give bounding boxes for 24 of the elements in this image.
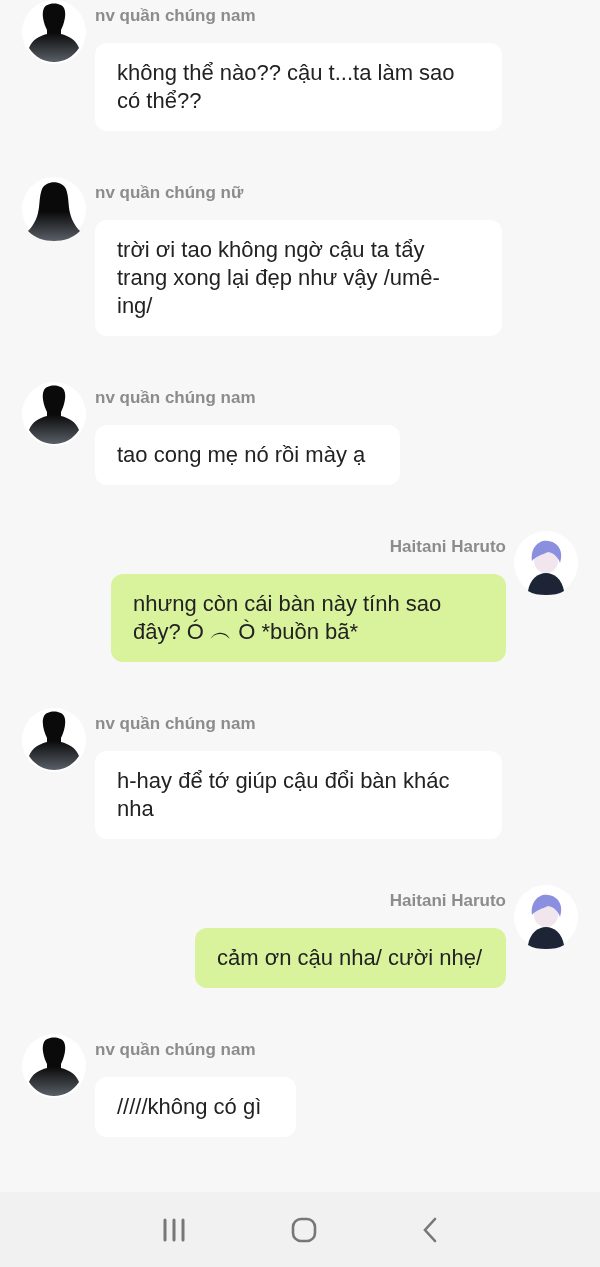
message-bubble: cảm ơn cậu nha/ cười nhẹ/ (195, 928, 506, 988)
recent-apps-icon[interactable] (162, 1217, 187, 1242)
avatar-icon (22, 1034, 86, 1098)
avatar-icon (22, 0, 86, 64)
back-icon[interactable] (421, 1216, 438, 1243)
message-bubble: nhưng còn cái bàn này tính sao đây? Ó ︵ Ò *buồn bã* (111, 574, 506, 662)
avatar-icon (22, 382, 86, 446)
message-bubble: trời ơi tao không ngờ cậu ta tẩy trang xong lại đẹp như vậy /umê-ing/ (95, 220, 502, 336)
sender-name: nv quần chúng nữ (95, 182, 244, 204)
avatar-icon (514, 885, 578, 949)
message-bubble: không thể nào?? cậu t...ta làm sao có thể?? (95, 43, 502, 131)
home-icon[interactable] (291, 1216, 317, 1243)
avatar-icon (22, 708, 86, 772)
avatar-icon (22, 177, 86, 241)
message-bubble: h-hay để tớ giúp cậu đổi bàn khác nha (95, 751, 502, 839)
avatar-icon (514, 531, 578, 595)
sender-name: nv quần chúng nam (95, 5, 256, 27)
sender-name: nv quần chúng nam (95, 713, 256, 735)
sender-name: Haitani Haruto (389, 536, 506, 558)
message-bubble: tao cong mẹ nó rồi mày ạ (95, 425, 401, 485)
sender-name: nv quần chúng nam (95, 1039, 256, 1061)
sender-name: Haitani Haruto (389, 890, 506, 912)
sender-name: nv quần chúng nam (95, 387, 256, 409)
message-bubble: /////không có gì (95, 1077, 297, 1137)
